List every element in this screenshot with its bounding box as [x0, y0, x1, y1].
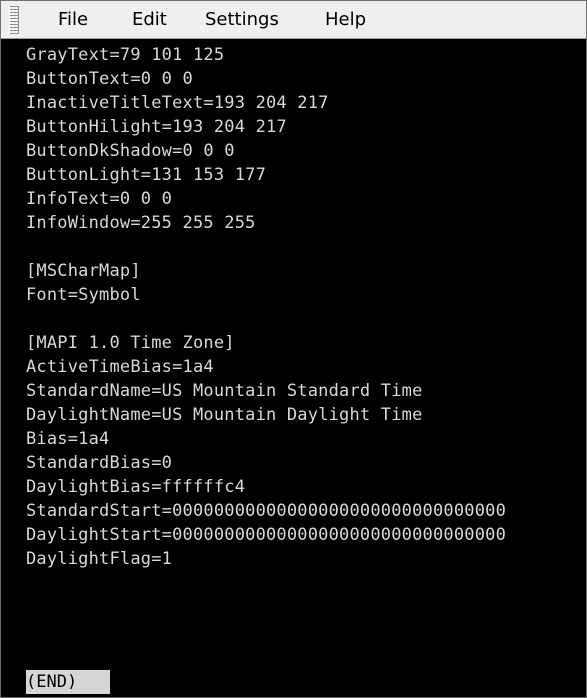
output-line: ButtonHilight=193 204 217 [26, 117, 287, 137]
menu-help[interactable]: Help [325, 1, 366, 39]
menu-file[interactable]: File [58, 1, 88, 39]
output-line: Font=Symbol [26, 285, 141, 305]
toolbar-grip-handle[interactable] [9, 6, 19, 34]
output-line: DaylightName=US Mountain Daylight Time [26, 405, 423, 425]
output-line: DaylightBias=ffffffc4 [26, 477, 246, 497]
output-line: [MSCharMap] [26, 261, 141, 281]
output-line: InfoText=0 0 0 [26, 189, 173, 209]
menu-edit[interactable]: Edit [132, 1, 167, 39]
output-line: ButtonLight=131 153 177 [26, 165, 267, 185]
output-line: StandardStart=00000000000000000000000000… [26, 501, 507, 521]
output-line: ButtonDkShadow=0 0 0 [26, 141, 235, 161]
menu-settings[interactable]: Settings [205, 1, 279, 39]
output-line: StandardName=US Mountain Standard Time [26, 381, 423, 401]
menu-bar: File Edit Settings Help [1, 1, 586, 39]
output-line: [MAPI 1.0 Time Zone] [26, 333, 235, 353]
output-line: ActiveTimeBias=1a4 [26, 357, 214, 377]
pager-end-prompt[interactable]: (END) [26, 670, 110, 694]
output-line: InfoWindow=255 255 255 [26, 213, 256, 233]
output-line: ButtonText=0 0 0 [26, 69, 193, 89]
output-line: Bias=1a4 [26, 429, 110, 449]
output-line: DaylightStart=00000000000000000000000000… [26, 525, 507, 545]
output-line: InactiveTitleText=193 204 217 [26, 93, 329, 113]
output-line: DaylightFlag=1 [26, 549, 173, 569]
output-line: StandardBias=0 [26, 453, 173, 473]
terminal-window: File Edit Settings Help GrayText=79 101 … [0, 0, 587, 698]
output-line: GrayText=79 101 125 [26, 45, 225, 65]
terminal-output[interactable]: GrayText=79 101 125 ButtonText=0 0 0 Ina… [1, 39, 586, 697]
